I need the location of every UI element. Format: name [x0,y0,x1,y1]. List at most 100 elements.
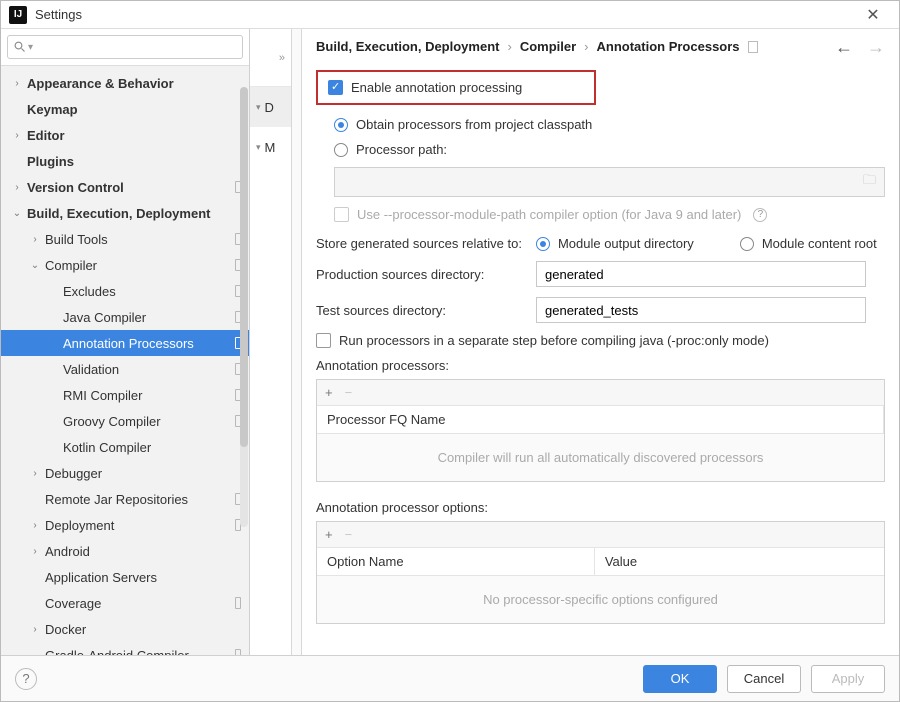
sidebar-item-label: Android [45,544,241,559]
sidebar-item-java-compiler[interactable]: Java Compiler [1,304,249,330]
processor-path-radio[interactable] [334,143,348,157]
sidebar-item-label: Groovy Compiler [63,414,231,429]
sidebar-item-label: Editor [27,128,241,143]
settings-tree[interactable]: ›Appearance & Behavior Keymap › Editor Plugi… [1,66,249,655]
chevron-right-icon[interactable]: › [29,624,41,635]
sidebar-item-label: RMI Compiler [63,388,231,403]
sidebar-item-label: Plugins [27,154,241,169]
options-section-label: Annotation processor options: [316,500,885,515]
store-output-radio[interactable] [536,237,550,251]
profiles-strip: » ▾D▾M [250,29,292,655]
sidebar-item-label: Build, Execution, Deployment [27,206,241,221]
store-content-root-radio[interactable] [740,237,754,251]
sidebar-item-coverage[interactable]: Coverage [1,590,249,616]
chevron-right-icon[interactable]: › [11,182,23,193]
sidebar-scrollbar[interactable] [240,87,248,527]
sidebar-item-kotlin-compiler[interactable]: Kotlin Compiler [1,434,249,460]
module-path-checkbox [334,207,349,222]
sidebar-item-build-execution-deployment[interactable]: ⌄ Build, Execution, Deployment [1,200,249,226]
cancel-button[interactable]: Cancel [727,665,801,693]
processor-path-label: Processor path: [356,142,447,157]
sidebar-item-groovy-compiler[interactable]: Groovy Compiler [1,408,249,434]
search-input[interactable]: ▾ [7,35,243,59]
sidebar-item-debugger[interactable]: › Debugger [1,460,249,486]
chevron-right-icon[interactable]: › [11,130,23,141]
sidebar-item-deployment[interactable]: ›Deployment [1,512,249,538]
add-option-icon[interactable]: + [325,527,333,542]
sidebar-item-android[interactable]: › Android [1,538,249,564]
processors-empty-text: Compiler will run all automatically disc… [317,434,884,481]
chevron-right-icon[interactable]: › [11,78,23,89]
sidebar-item-plugins[interactable]: Plugins [1,148,249,174]
sidebar-item-label: Keymap [27,102,241,117]
options-header-name: Option Name [317,548,595,575]
sidebar-item-label: Build Tools [45,232,231,247]
window-title: Settings [35,7,855,22]
production-dir-input[interactable] [536,261,866,287]
scope-icon [748,41,758,53]
profiles-divider[interactable] [292,29,302,655]
sidebar-item-build-tools[interactable]: › Build Tools [1,226,249,252]
processors-table: + − Processor FQ Name Compiler will run … [316,379,885,482]
obtain-classpath-label: Obtain processors from project classpath [356,117,592,132]
sidebar-search-wrap: ▾ [1,29,249,66]
sidebar-item-validation[interactable]: Validation [1,356,249,382]
obtain-classpath-radio[interactable] [334,118,348,132]
profile-row[interactable]: ▾D [250,87,291,127]
sidebar-item-application-servers[interactable]: Application Servers [1,564,249,590]
chevron-right-icon[interactable]: › [29,468,41,479]
breadcrumb-part[interactable]: Annotation Processors [597,39,740,54]
sidebar-item-docker[interactable]: › Docker [1,616,249,642]
search-icon [14,41,26,53]
add-processor-icon[interactable]: + [325,385,333,400]
help-button[interactable]: ? [15,668,37,690]
breadcrumb-part[interactable]: Build, Execution, Deployment [316,39,499,54]
sidebar-item-label: Remote Jar Repositories [45,492,231,507]
close-icon[interactable]: ✕ [855,5,891,25]
profiles-more-icon[interactable]: » [250,29,291,87]
sidebar-item-label: Gradle-Android Compiler [45,648,231,656]
sidebar-item-compiler[interactable]: ⌄Compiler [1,252,249,278]
help-icon[interactable]: ? [753,208,767,222]
profile-row[interactable]: ▾M [250,127,291,167]
sidebar-item-label: Debugger [45,466,241,481]
chevron-down-icon[interactable]: ⌄ [11,208,23,219]
nav-forward-icon[interactable]: → [867,40,885,54]
breadcrumb-part[interactable]: Compiler [520,39,576,54]
nav-back-icon[interactable]: ← [835,40,853,54]
sidebar-item-version-control[interactable]: › Version Control [1,174,249,200]
sidebar-item-rmi-compiler[interactable]: RMI Compiler [1,382,249,408]
processors-section-label: Annotation processors: [316,358,885,373]
store-output-label: Module output directory [558,236,694,251]
sidebar-item-label: Excludes [63,284,231,299]
sidebar-item-keymap[interactable]: Keymap [1,96,249,122]
sidebar-item-editor[interactable]: › Editor [1,122,249,148]
ok-button[interactable]: OK [643,665,717,693]
sidebar-item-label: Docker [45,622,241,637]
options-table: + − Option Name Value No processor-speci… [316,521,885,624]
chevron-right-icon[interactable]: › [29,546,41,557]
chevron-down-icon: ▾ [256,142,261,153]
chevron-right-icon[interactable]: › [29,520,41,531]
production-dir-label: Production sources directory: [316,267,536,282]
sidebar-item-appearance-behavior[interactable]: ›Appearance & Behavior [1,70,249,96]
sidebar-item-label: Application Servers [45,570,241,585]
apply-button[interactable]: Apply [811,665,885,693]
scope-icon [235,597,241,609]
chevron-right-icon[interactable]: › [29,234,41,245]
folder-icon[interactable]: 🗀 [863,171,876,193]
sidebar-item-label: Version Control [27,180,231,195]
enable-annotation-checkbox[interactable] [328,80,343,95]
test-dir-label: Test sources directory: [316,303,536,318]
sidebar-item-remote-jar-repositories[interactable]: Remote Jar Repositories [1,486,249,512]
sidebar-item-gradle-android-compiler[interactable]: Gradle-Android Compiler [1,642,249,655]
store-sources-label: Store generated sources relative to: [316,236,522,251]
store-content-root-label: Module content root [762,236,877,251]
chevron-down-icon[interactable]: ⌄ [29,260,41,271]
sidebar-item-annotation-processors[interactable]: Annotation Processors [1,330,249,356]
separate-step-checkbox[interactable] [316,333,331,348]
chevron-right-icon: › [584,39,588,54]
test-dir-input[interactable] [536,297,866,323]
sidebar-item-excludes[interactable]: Excludes [1,278,249,304]
settings-sidebar: ▾ ›Appearance & Behavior Keymap › Editor Plu… [1,29,250,655]
